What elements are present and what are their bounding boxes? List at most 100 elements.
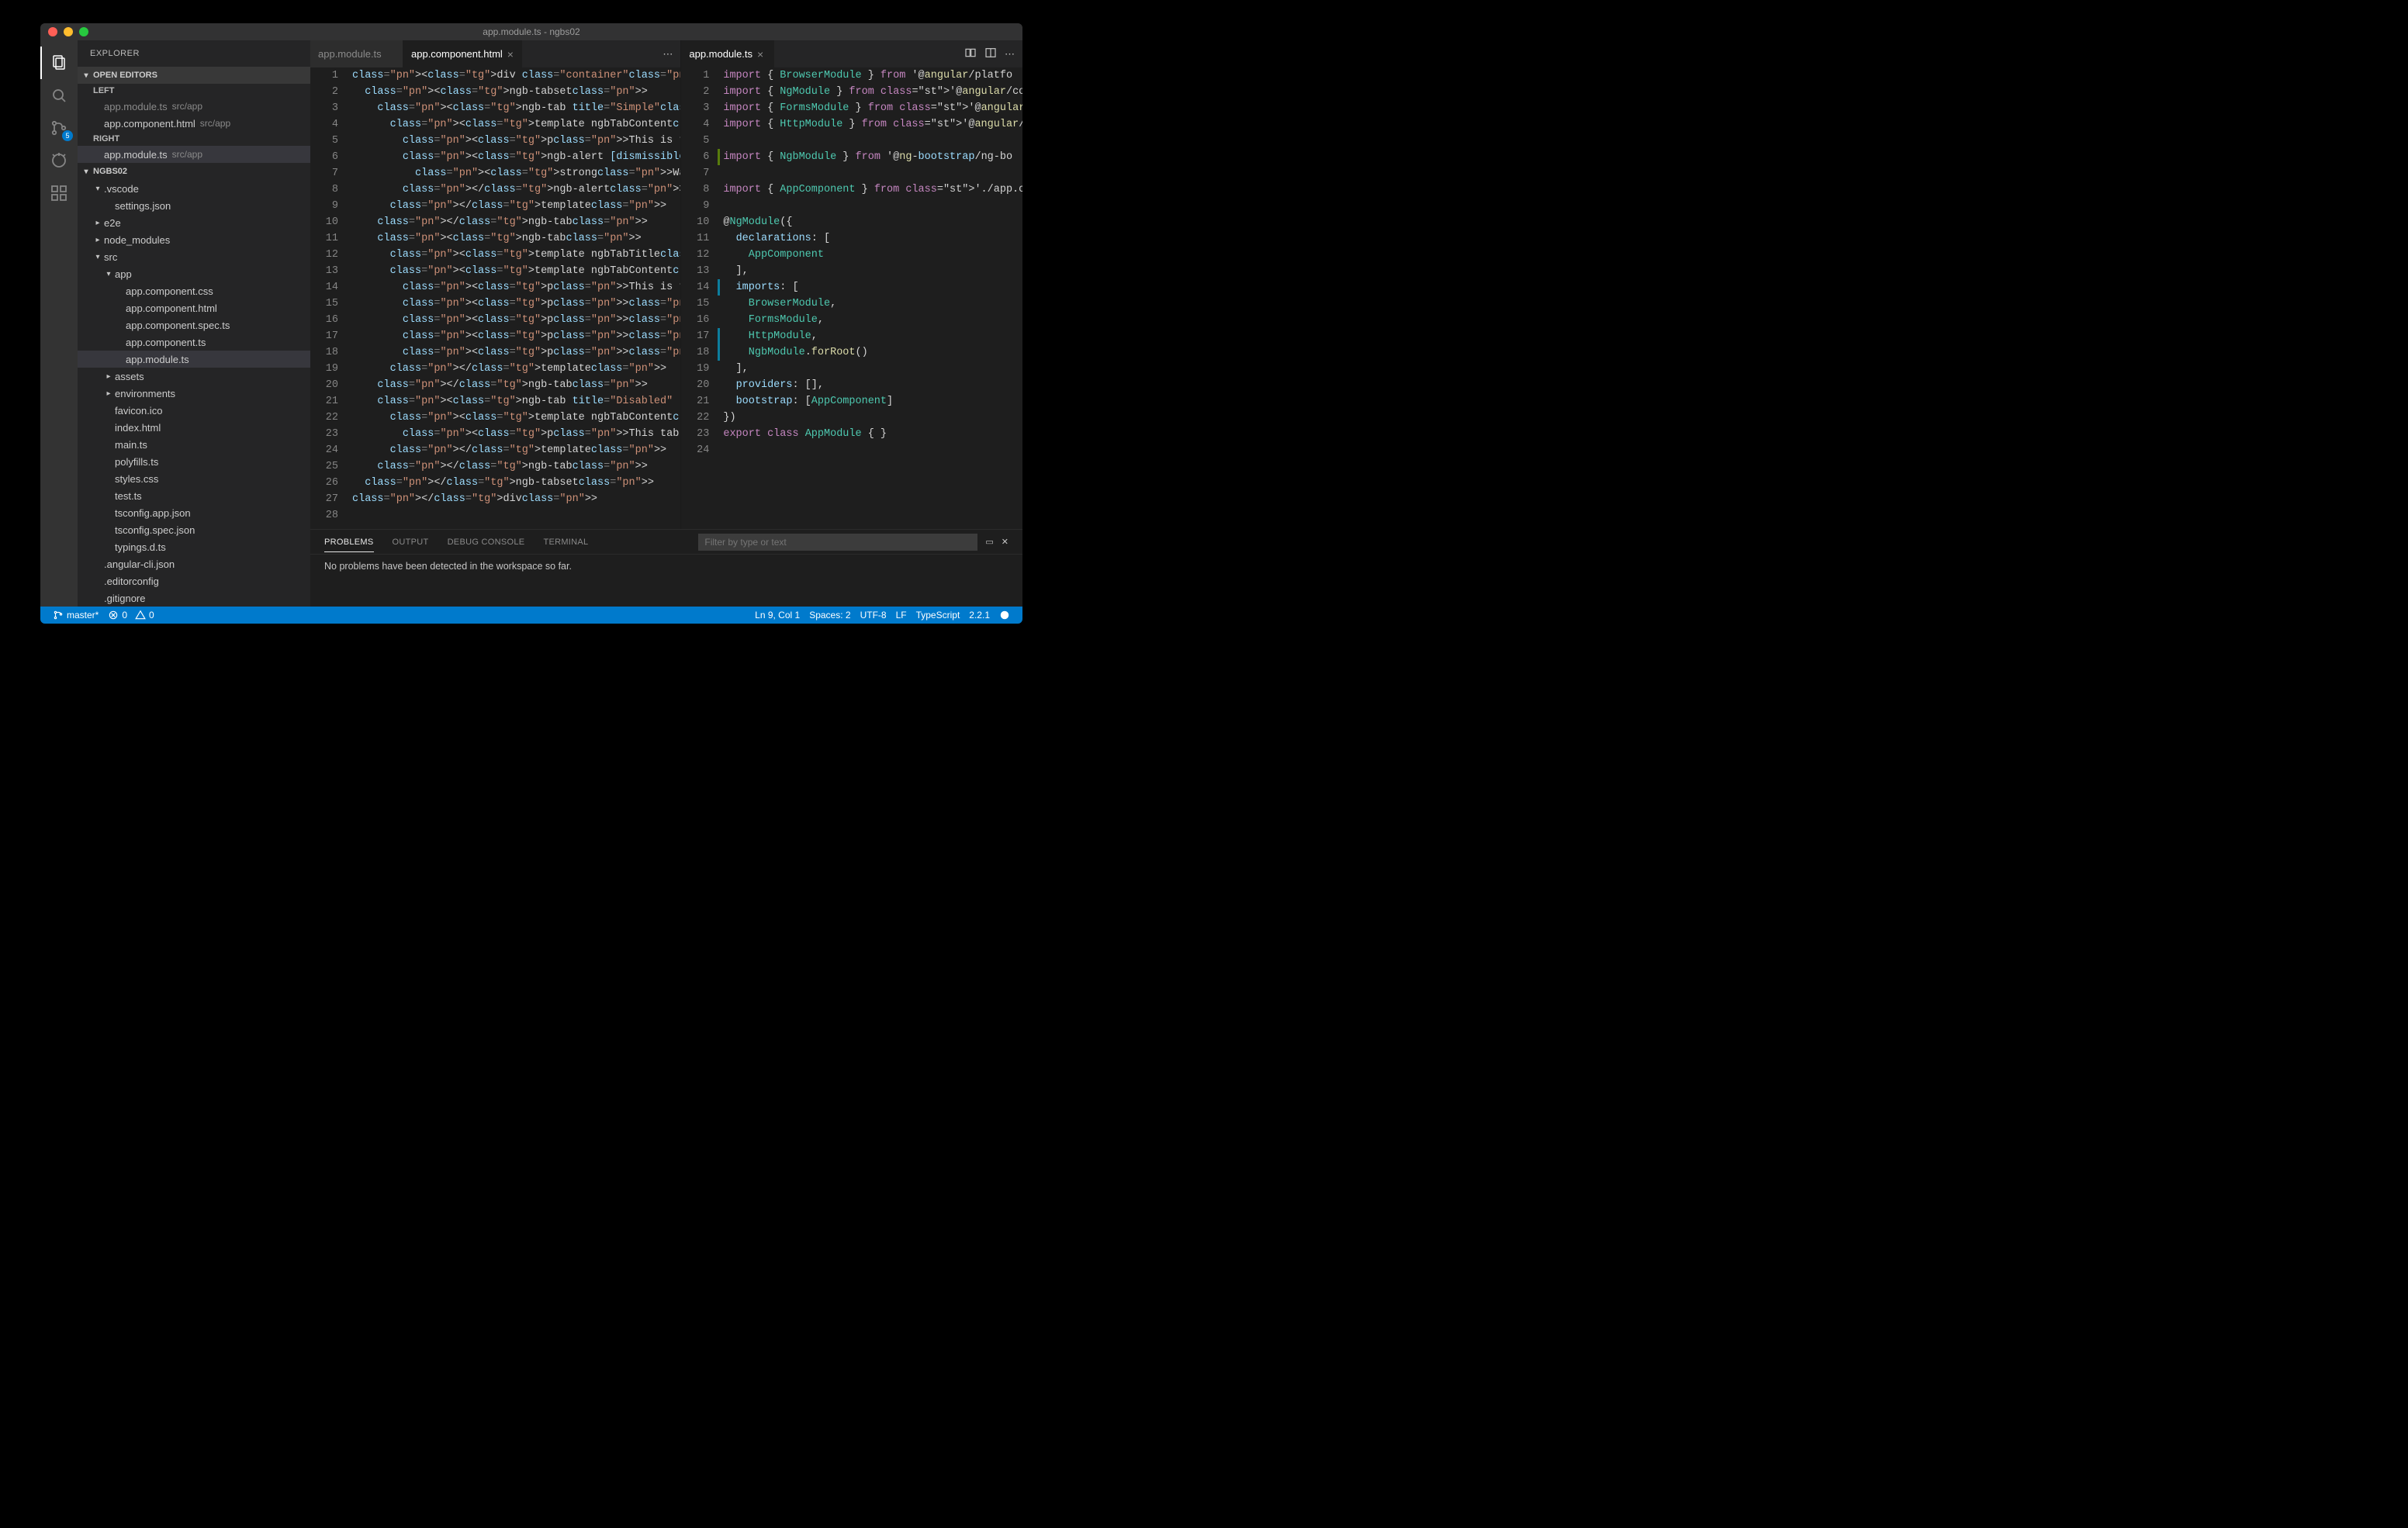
code-line[interactable]: class="pn"></class="tg">templateclass="p… <box>349 442 680 458</box>
status-position[interactable]: Ln 9, Col 1 <box>750 610 804 621</box>
tree-file[interactable]: .gitignore <box>78 589 310 607</box>
status-version[interactable]: 2.2.1 <box>964 610 995 621</box>
code-line[interactable]: BrowserModule, <box>720 296 1022 312</box>
status-errors[interactable]: 0 0 <box>103 610 158 621</box>
code-line[interactable]: class="pn"><class="tg">template ngbTabCo… <box>349 263 680 279</box>
code-line[interactable]: class="pn"><class="tg">pclass="pn">>clas… <box>349 296 680 312</box>
code-line[interactable]: import { NgbModule } from '@ng-bootstrap… <box>720 149 1022 165</box>
code-area-right[interactable]: 123456789101112131415161718192021222324 … <box>681 67 1022 529</box>
code-line[interactable]: class="pn"></class="tg">templateclass="p… <box>349 198 680 214</box>
code-line[interactable]: class="pn"><class="tg">ngb-tabclass="pn"… <box>349 230 680 247</box>
code-line[interactable]: ], <box>720 361 1022 377</box>
project-header[interactable]: ▾ NGBS02 <box>78 163 310 180</box>
code-line[interactable]: class="pn"><class="tg">template ngbTabCo… <box>349 116 680 133</box>
tree-file[interactable]: settings.json <box>78 197 310 214</box>
tree-file[interactable]: favicon.ico <box>78 402 310 419</box>
tree-folder[interactable]: ▾.vscode <box>78 180 310 197</box>
editor-tab[interactable]: app.component.html× <box>403 40 522 67</box>
tree-file[interactable]: tsconfig.app.json <box>78 504 310 521</box>
code-line[interactable]: class="pn"></class="tg">ngb-alertclass="… <box>349 181 680 198</box>
close-icon[interactable]: ✕ <box>1002 537 1009 547</box>
panel-filter-input[interactable] <box>698 534 977 551</box>
code-line[interactable]: class="pn"><class="tg">div class="contai… <box>349 67 680 84</box>
tree-folder[interactable]: ▸environments <box>78 385 310 402</box>
code-line[interactable]: class="pn"><class="tg">pclass="pn">>clas… <box>349 328 680 344</box>
panel-tab-debug[interactable]: DEBUG CONSOLE <box>448 538 525 547</box>
tree-folder[interactable]: ▸e2e <box>78 214 310 231</box>
code-area-left[interactable]: 1234567891011121314151617181920212223242… <box>310 67 680 529</box>
minimize-icon[interactable] <box>64 27 73 36</box>
code-line[interactable]: class="pn"><class="tg">ngb-tab title="Si… <box>349 100 680 116</box>
code-line[interactable]: ], <box>720 263 1022 279</box>
code-line[interactable]: imports: [ <box>720 279 1022 296</box>
code-line[interactable]: class="pn"></class="tg">templateclass="p… <box>349 361 680 377</box>
tree-file[interactable]: .angular-cli.json <box>78 555 310 572</box>
code-line[interactable]: providers: [], <box>720 377 1022 393</box>
code-line[interactable]: import { BrowserModule } from '@angular/… <box>720 67 1022 84</box>
open-editor-item[interactable]: app.module.tssrc/app <box>78 146 310 163</box>
collapse-icon[interactable]: ▭ <box>985 537 993 547</box>
code-line[interactable]: AppComponent <box>720 247 1022 263</box>
code-line[interactable]: class="pn"><class="tg">ngb-alert [dismis… <box>349 149 680 165</box>
more-icon[interactable]: ⋯ <box>663 48 673 60</box>
code-line[interactable]: class="pn"></class="tg">ngb-tabsetclass=… <box>349 475 680 491</box>
feedback-icon[interactable] <box>995 610 1015 621</box>
tree-file[interactable]: app.component.html <box>78 299 310 316</box>
open-editor-item[interactable]: app.component.htmlsrc/app <box>78 115 310 132</box>
code-line[interactable]: class="pn"><class="tg">template ngbTabTi… <box>349 247 680 263</box>
more-icon[interactable]: ⋯ <box>1005 48 1015 60</box>
open-editors-header[interactable]: ▾ OPEN EDITORS <box>78 67 310 84</box>
tree-file[interactable]: typings.d.ts <box>78 538 310 555</box>
code-line[interactable] <box>720 165 1022 181</box>
tree-file[interactable]: styles.css <box>78 470 310 487</box>
tree-folder[interactable]: ▸assets <box>78 368 310 385</box>
panel-tab-problems[interactable]: PROBLEMS <box>324 538 374 552</box>
tree-folder[interactable]: ▸node_modules <box>78 231 310 248</box>
status-eol[interactable]: LF <box>891 610 912 621</box>
tree-file[interactable]: app.component.spec.ts <box>78 316 310 334</box>
code-line[interactable]: FormsModule, <box>720 312 1022 328</box>
code-line[interactable]: class="pn"></class="tg">divclass="pn">> <box>349 491 680 507</box>
code-line[interactable]: class="pn"><class="tg">ngb-tabsetclass="… <box>349 84 680 100</box>
code-line[interactable]: class="pn"><class="tg">ngb-tab title="Di… <box>349 393 680 410</box>
tree-file[interactable]: app.component.ts <box>78 334 310 351</box>
tree-file[interactable]: main.ts <box>78 436 310 453</box>
code-line[interactable] <box>720 198 1022 214</box>
code-line[interactable]: class="pn"></class="tg">ngb-tabclass="pn… <box>349 458 680 475</box>
code-line[interactable]: class="pn"><class="tg">pclass="pn">>This… <box>349 133 680 149</box>
tree-file[interactable]: tsconfig.spec.json <box>78 521 310 538</box>
status-language[interactable]: TypeScript <box>912 610 965 621</box>
close-icon[interactable]: × <box>507 48 514 60</box>
code-line[interactable]: NgbModule.forRoot() <box>720 344 1022 361</box>
code-line[interactable]: class="pn"><class="tg">pclass="pn">>clas… <box>349 344 680 361</box>
tree-folder[interactable]: ▾src <box>78 248 310 265</box>
compare-icon[interactable] <box>964 47 977 61</box>
git-icon[interactable]: 5 <box>40 112 78 144</box>
status-encoding[interactable]: UTF-8 <box>856 610 891 621</box>
tree-folder[interactable]: ▾app <box>78 265 310 282</box>
tree-file[interactable]: test.ts <box>78 487 310 504</box>
code-line[interactable] <box>720 442 1022 458</box>
code-line[interactable]: import { FormsModule } from class="st">'… <box>720 100 1022 116</box>
tree-file[interactable]: app.component.css <box>78 282 310 299</box>
maximize-icon[interactable] <box>79 27 88 36</box>
code-line[interactable]: @NgModule({ <box>720 214 1022 230</box>
panel-tab-output[interactable]: OUTPUT <box>393 538 429 547</box>
code-line[interactable]: class="pn"><class="tg">pclass="pn">>This… <box>349 279 680 296</box>
open-editor-item[interactable]: app.module.tssrc/app <box>78 98 310 115</box>
status-spaces[interactable]: Spaces: 2 <box>804 610 855 621</box>
status-branch[interactable]: master* <box>48 610 103 621</box>
code-line[interactable]: export class AppModule { } <box>720 426 1022 442</box>
code-line[interactable]: HttpModule, <box>720 328 1022 344</box>
tree-file[interactable]: polyfills.ts <box>78 453 310 470</box>
tree-file[interactable]: index.html <box>78 419 310 436</box>
editor-tab[interactable]: app.module.ts <box>310 40 403 67</box>
tree-file[interactable]: .editorconfig <box>78 572 310 589</box>
extensions-icon[interactable] <box>40 177 78 209</box>
code-line[interactable] <box>720 133 1022 149</box>
code-line[interactable]: class="pn"><class="tg">pclass="pn">>This… <box>349 426 680 442</box>
code-line[interactable]: class="pn"><class="tg">pclass="pn">>clas… <box>349 312 680 328</box>
tree-file[interactable]: app.module.ts <box>78 351 310 368</box>
code-line[interactable]: class="pn"></class="tg">ngb-tabclass="pn… <box>349 377 680 393</box>
explorer-icon[interactable] <box>40 47 78 79</box>
